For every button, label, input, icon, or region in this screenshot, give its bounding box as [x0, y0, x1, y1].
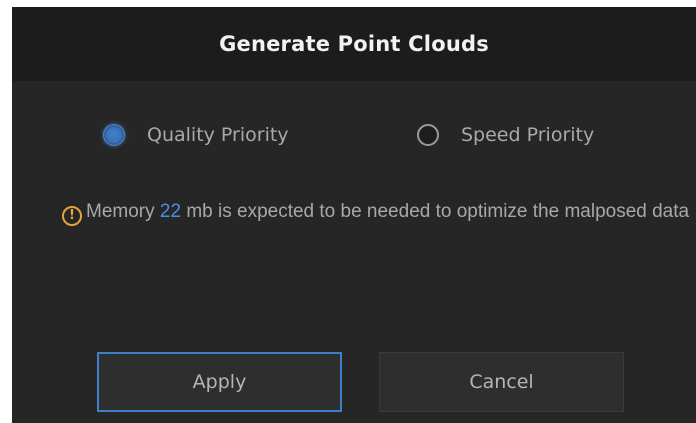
dialog-titlebar: Generate Point Clouds: [12, 7, 696, 81]
priority-options: Quality Priority Speed Priority: [12, 117, 696, 153]
warning-icon: !: [62, 206, 82, 226]
speed-priority-label: Speed Priority: [461, 124, 595, 146]
memory-info-message: ! Memory 22 mb is expected to be needed t…: [52, 200, 692, 226]
apply-button-label: Apply: [192, 371, 247, 393]
radio-checked-icon[interactable]: [103, 124, 125, 146]
generate-point-clouds-dialog: Generate Point Clouds Quality Priority S…: [12, 7, 696, 423]
info-prefix: Memory: [86, 201, 160, 222]
dialog-title: Generate Point Clouds: [219, 32, 489, 56]
cancel-button-label: Cancel: [469, 371, 534, 393]
info-suffix: mb is expected to be needed to optimize …: [181, 201, 690, 222]
memory-value: 22: [159, 201, 182, 222]
radio-unchecked-icon[interactable]: [417, 124, 439, 146]
apply-button[interactable]: Apply: [97, 352, 342, 412]
speed-priority-radio[interactable]: Speed Priority: [417, 117, 594, 153]
quality-priority-radio[interactable]: Quality Priority: [103, 117, 289, 153]
cancel-button[interactable]: Cancel: [379, 352, 624, 412]
quality-priority-label: Quality Priority: [147, 124, 289, 146]
